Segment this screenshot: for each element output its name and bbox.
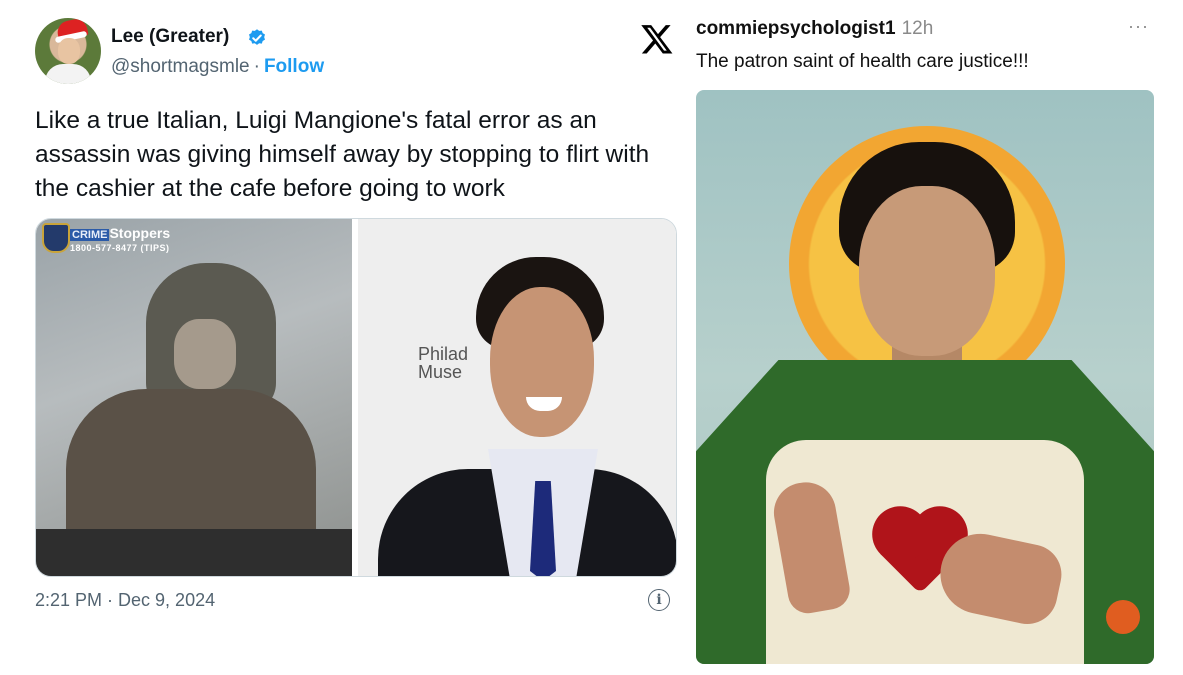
tips-phone: 1800-577-8477 (TIPS) (70, 243, 170, 253)
crimestoppers-logo: CRIME Stoppers (70, 225, 171, 241)
post-username[interactable]: commiepsychologist1 (696, 18, 896, 39)
user-handle[interactable]: @shortmagsmle (111, 56, 250, 77)
post-header: commiepsychologist1 12h (696, 18, 933, 40)
display-name[interactable]: Lee (Greater) (111, 26, 229, 48)
handle-line: @shortmagsmle · Follow (111, 56, 324, 78)
saint-illustration[interactable] (696, 90, 1154, 664)
surveillance-photo[interactable]: CRIME Stoppers 1800-577-8477 (TIPS) (36, 219, 352, 576)
tweet-text: Like a true Italian, Luigi Mangione's fa… (35, 107, 650, 202)
follow-button[interactable]: Follow (264, 56, 324, 77)
tweet-card: Lee (Greater) @shortmagsmle · Follow Like … (0, 0, 685, 620)
media-grid: CRIME Stoppers 1800-577-8477 (TIPS) Phila… (35, 218, 677, 577)
reddit-watermark-icon (1106, 600, 1140, 634)
police-badge-icon (42, 223, 70, 253)
x-logo-icon (641, 25, 673, 54)
portrait-photo[interactable]: Philad Muse (358, 219, 676, 576)
x-post: commiepsychologist1 12h ··· The patron sa… (640, 0, 1183, 675)
separator: · (253, 56, 260, 77)
verified-badge-icon (249, 29, 265, 45)
post-time: 12h (901, 18, 934, 39)
tweet-timestamp[interactable]: 2:21 PM · Dec 9, 2024 (35, 590, 215, 611)
backdrop-text: Philad Muse (418, 344, 469, 382)
avatar[interactable] (35, 18, 101, 84)
post-caption: The patron saint of health care justice!… (696, 51, 1029, 72)
more-options-icon[interactable]: ··· (1128, 16, 1149, 37)
